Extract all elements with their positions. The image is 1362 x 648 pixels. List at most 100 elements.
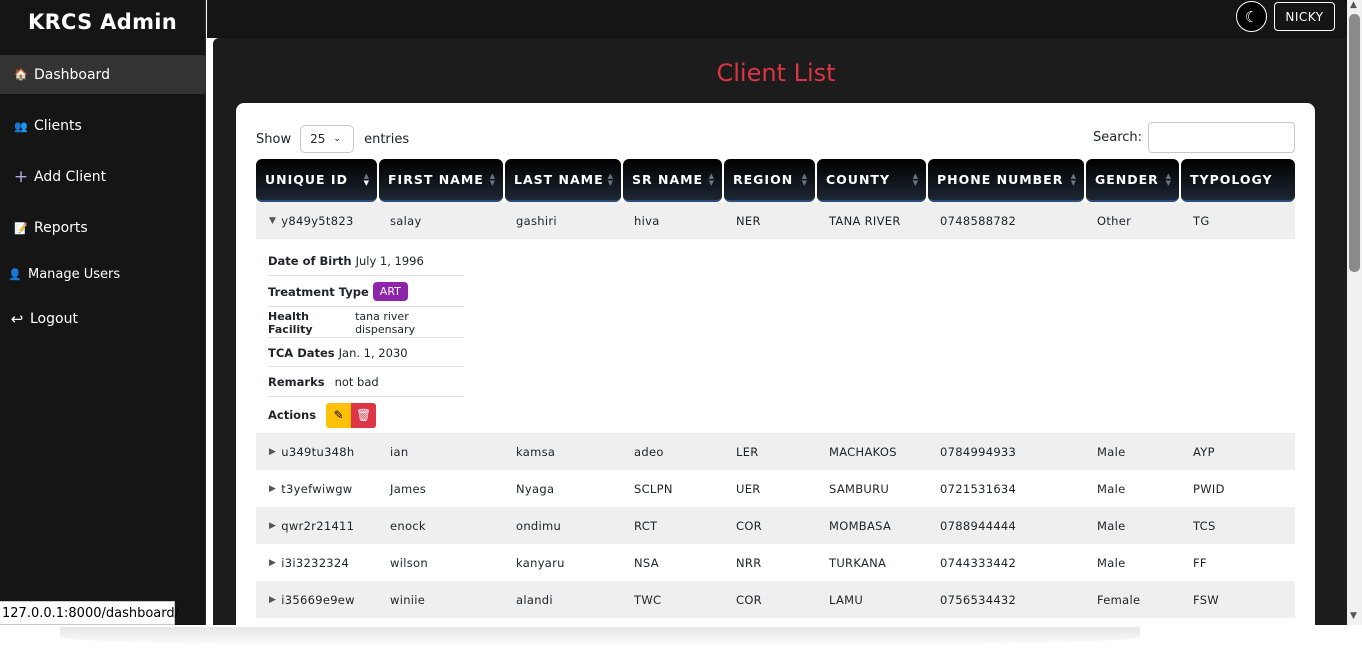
sort-icon: ▲ ▼ bbox=[708, 172, 715, 187]
sidebar-item-add-client[interactable]: + Add Client bbox=[0, 159, 206, 195]
status-bar-url: 127.0.0.1:8000/dashboard/ bbox=[0, 601, 179, 625]
sidebar-item-reports[interactable]: 📝 Reports bbox=[0, 210, 206, 246]
expand-triangle-icon[interactable]: ▶ bbox=[269, 447, 276, 457]
edit-button[interactable]: ✎ bbox=[326, 402, 352, 428]
table-row[interactable]: ▶ t3yefwiwgw James Nyaga SCLPN UER SAMBUR… bbox=[256, 470, 1295, 507]
typology-cell: TCS bbox=[1193, 518, 1216, 533]
table-row[interactable]: ▶ i35669e9ew winiie alandi TWC COR LAMU 0… bbox=[256, 581, 1295, 618]
search-control: Search: bbox=[1093, 122, 1296, 153]
table-row[interactable]: ▶ i3i3232324 wilson kanyaru NSA NRR TURKA… bbox=[256, 544, 1295, 581]
sort-icon: ▲ ▼ bbox=[489, 172, 496, 187]
unique-id-cell: ▶ t3yefwiwgw bbox=[269, 470, 353, 507]
expand-triangle-icon[interactable]: ▶ bbox=[269, 484, 276, 494]
collapse-triangle-icon[interactable]: ▼ bbox=[269, 216, 276, 226]
detail-remarks: Remarks not bad bbox=[268, 368, 464, 397]
typology-cell: FF bbox=[1193, 555, 1207, 570]
column-header-phone-number[interactable]: PHONE NUMBER ▲ ▼ bbox=[928, 159, 1084, 202]
scroll-thumb[interactable] bbox=[1349, 14, 1360, 272]
first-name-cell: winiie bbox=[390, 592, 426, 607]
column-header-label: GENDER bbox=[1095, 172, 1159, 187]
sidebar-item-label: Logout bbox=[30, 311, 78, 327]
column-header-label: PHONE NUMBER bbox=[937, 172, 1064, 187]
sidebar-item-logout[interactable]: ↩ Logout bbox=[0, 301, 206, 337]
entries-select[interactable]: 25 ⌄ bbox=[300, 125, 355, 153]
sidebar-item-label: Manage Users bbox=[28, 266, 121, 282]
page-scrollbar[interactable]: ▲ ▼ bbox=[1347, 0, 1362, 625]
table-row[interactable]: ▶ qwr2r21411 enock ondimu RCT COR MOMBASA… bbox=[256, 507, 1295, 544]
column-header-typology[interactable]: TYPOLOGY bbox=[1181, 159, 1295, 202]
sr-name-cell: RCT bbox=[634, 518, 658, 533]
column-header-gender[interactable]: GENDER ▲ ▼ bbox=[1086, 159, 1179, 202]
column-header-last-name[interactable]: LAST NAME ▲ ▼ bbox=[505, 159, 621, 202]
show-label: Show bbox=[256, 131, 292, 147]
main-content: Client List Show 25 ⌄ entries Search: UN… bbox=[213, 38, 1347, 625]
treatment-badge: ART bbox=[372, 282, 408, 301]
house-icon: 🏠 bbox=[14, 68, 28, 81]
typology-cell: FSW bbox=[1193, 592, 1219, 607]
column-header-sr-name[interactable]: SR NAME ▲ ▼ bbox=[623, 159, 722, 202]
column-header-label: COUNTY bbox=[826, 172, 890, 187]
sidebar-item-manage-users[interactable]: 👤 Manage Users bbox=[0, 256, 206, 292]
last-name-cell: kamsa bbox=[516, 444, 556, 459]
last-name-cell: Nyaga bbox=[516, 481, 555, 496]
entries-length-control: Show 25 ⌄ entries bbox=[256, 125, 409, 153]
sr-name-cell: TWC bbox=[634, 592, 662, 607]
trash-icon: 🗑 bbox=[355, 408, 372, 422]
detail-label: Remarks bbox=[268, 375, 325, 389]
cell-value: qwr2r21411 bbox=[281, 518, 355, 533]
sidebar-item-dashboard[interactable]: 🏠 Dashboard bbox=[0, 55, 206, 94]
user-icon: 👤 bbox=[8, 267, 22, 281]
last-name-cell: alandi bbox=[516, 592, 553, 607]
scroll-up-arrow-icon[interactable]: ▲ bbox=[1350, 0, 1357, 10]
edit-icon: ✎ bbox=[333, 408, 344, 422]
last-name-cell: kanyaru bbox=[516, 555, 565, 570]
sidebar-item-clients[interactable]: 👥 Clients bbox=[0, 108, 206, 144]
search-input[interactable] bbox=[1148, 122, 1296, 153]
report-icon: 📝 bbox=[14, 221, 28, 235]
region-cell: COR bbox=[736, 592, 762, 607]
users-icon: 👥 bbox=[14, 119, 28, 133]
county-cell: MOMBASA bbox=[829, 518, 892, 533]
sr-name-cell: adeo bbox=[634, 444, 664, 459]
cell-value: i35669e9ew bbox=[281, 592, 355, 607]
detail-value: Jan. 1, 2030 bbox=[338, 345, 408, 360]
sidebar-item-label: Clients bbox=[34, 118, 82, 134]
entries-value: 25 bbox=[310, 132, 326, 146]
column-header-first-name[interactable]: FIRST NAME ▲ ▼ bbox=[379, 159, 503, 202]
phone-cell: 0744333442 bbox=[940, 555, 1017, 570]
county-cell: SAMBURU bbox=[829, 481, 890, 496]
table-row[interactable]: ▼ y849y5t823 salay gashiri hiva NER TANA … bbox=[256, 202, 1295, 239]
gender-cell: Male bbox=[1097, 444, 1126, 459]
detail-label: Treatment Type bbox=[268, 284, 369, 299]
cell-value: u349tu348h bbox=[281, 444, 355, 459]
county-cell: MACHAKOS bbox=[829, 444, 897, 459]
detail-value: tana river dispensary bbox=[355, 309, 416, 336]
sort-icon: ▲ ▼ bbox=[1165, 172, 1172, 187]
column-header-region[interactable]: REGION ▲ ▼ bbox=[724, 159, 815, 202]
gender-cell: Male bbox=[1097, 555, 1126, 570]
user-menu-button[interactable]: NICKY bbox=[1274, 2, 1335, 31]
first-name-cell: ian bbox=[390, 444, 409, 459]
detail-value: July 1, 1996 bbox=[355, 253, 424, 268]
first-name-cell: salay bbox=[390, 213, 422, 228]
region-cell: COR bbox=[736, 518, 762, 533]
table-row[interactable]: ▶ u349tu348h ian kamsa adeo LER MACHAKOS … bbox=[256, 433, 1295, 470]
moon-icon: ☾ bbox=[1244, 7, 1259, 26]
detail-dob: Date of Birth July 1, 1996 bbox=[268, 246, 464, 276]
expand-triangle-icon[interactable]: ▶ bbox=[269, 558, 276, 568]
delete-button[interactable]: 🗑 bbox=[351, 402, 377, 428]
expand-triangle-icon[interactable]: ▶ bbox=[269, 521, 276, 531]
column-header-county[interactable]: COUNTY ▲ ▼ bbox=[817, 159, 926, 202]
last-name-cell: gashiri bbox=[516, 213, 557, 228]
theme-toggle-button[interactable]: ☾ bbox=[1236, 1, 1267, 32]
column-header-unique-id[interactable]: UNIQUE ID ▲ ▼ bbox=[256, 159, 377, 202]
window-shadow bbox=[60, 627, 1140, 647]
sr-name-cell: NSA bbox=[634, 555, 659, 570]
cell-value: i3i3232324 bbox=[281, 555, 350, 570]
detail-value: not bad bbox=[334, 375, 379, 389]
unique-id-cell: ▶ qwr2r21411 bbox=[269, 507, 354, 544]
column-header-label: FIRST NAME bbox=[388, 172, 484, 187]
expand-triangle-icon[interactable]: ▶ bbox=[269, 595, 276, 605]
scroll-down-arrow-icon[interactable]: ▼ bbox=[1350, 611, 1357, 621]
phone-cell: 0721531634 bbox=[940, 481, 1017, 496]
